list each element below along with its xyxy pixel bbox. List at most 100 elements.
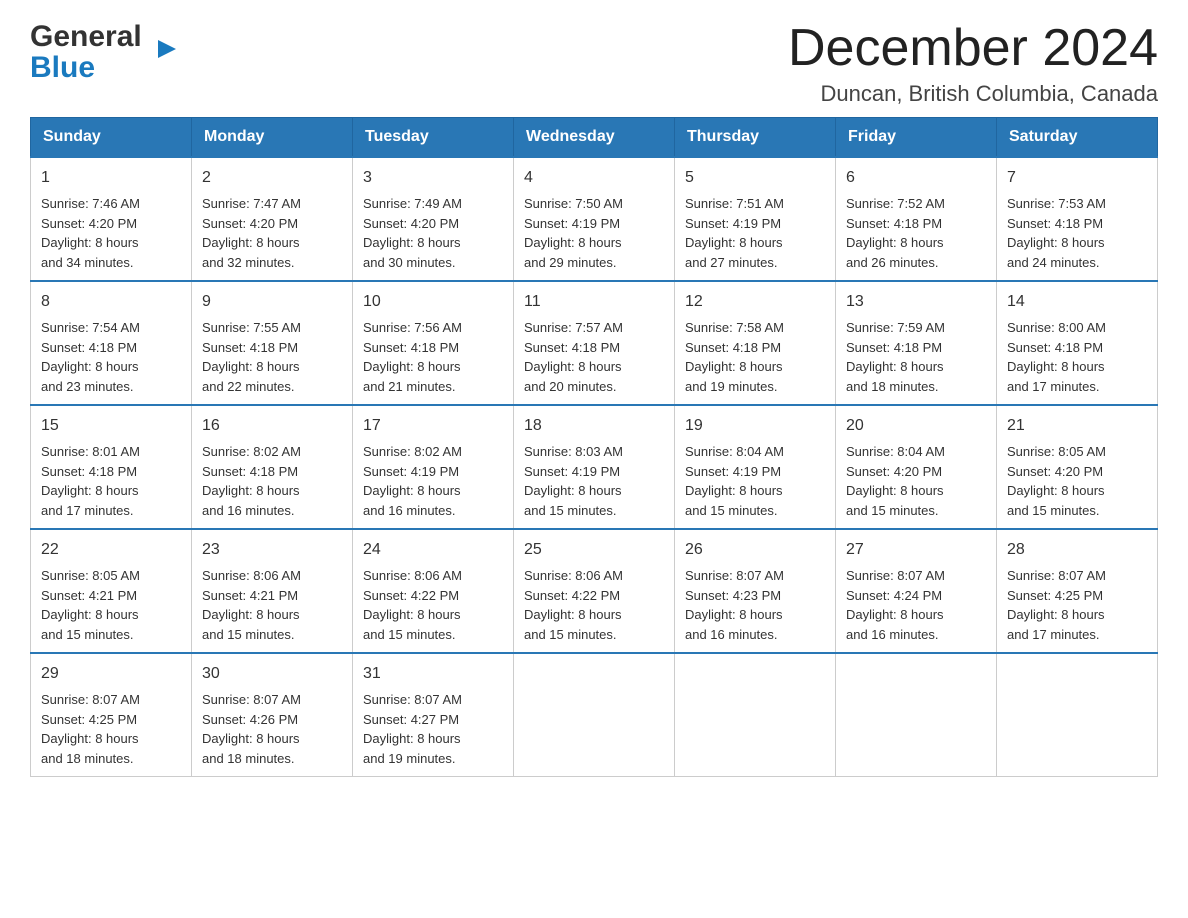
sunrise-info: Sunrise: 8:03 AM — [524, 442, 664, 462]
sunrise-info: Sunrise: 8:07 AM — [846, 566, 986, 586]
calendar-cell: 14Sunrise: 8:00 AMSunset: 4:18 PMDayligh… — [997, 281, 1158, 405]
sunset-info: Sunset: 4:25 PM — [41, 710, 181, 730]
calendar-cell: 23Sunrise: 8:06 AMSunset: 4:21 PMDayligh… — [192, 529, 353, 653]
sunrise-info: Sunrise: 8:05 AM — [1007, 442, 1147, 462]
location: Duncan, British Columbia, Canada — [788, 81, 1158, 107]
daylight-minutes: and 24 minutes. — [1007, 253, 1147, 273]
calendar-cell: 8Sunrise: 7:54 AMSunset: 4:18 PMDaylight… — [31, 281, 192, 405]
daylight-info: Daylight: 8 hours — [846, 481, 986, 501]
day-number: 22 — [41, 538, 181, 562]
col-friday: Friday — [836, 118, 997, 158]
daylight-info: Daylight: 8 hours — [1007, 605, 1147, 625]
daylight-info: Daylight: 8 hours — [685, 233, 825, 253]
calendar-cell: 30Sunrise: 8:07 AMSunset: 4:26 PMDayligh… — [192, 653, 353, 777]
calendar-cell: 24Sunrise: 8:06 AMSunset: 4:22 PMDayligh… — [353, 529, 514, 653]
sunrise-info: Sunrise: 7:55 AM — [202, 318, 342, 338]
calendar-cell: 6Sunrise: 7:52 AMSunset: 4:18 PMDaylight… — [836, 157, 997, 281]
day-number: 7 — [1007, 166, 1147, 190]
daylight-minutes: and 16 minutes. — [202, 501, 342, 521]
day-number: 4 — [524, 166, 664, 190]
sunset-info: Sunset: 4:18 PM — [202, 338, 342, 358]
daylight-minutes: and 32 minutes. — [202, 253, 342, 273]
col-saturday: Saturday — [997, 118, 1158, 158]
daylight-info: Daylight: 8 hours — [524, 233, 664, 253]
calendar-week-5: 29Sunrise: 8:07 AMSunset: 4:25 PMDayligh… — [31, 653, 1158, 777]
sunrise-info: Sunrise: 8:04 AM — [846, 442, 986, 462]
daylight-info: Daylight: 8 hours — [685, 605, 825, 625]
logo-general-text: General — [30, 20, 142, 53]
daylight-minutes: and 15 minutes. — [524, 625, 664, 645]
sunrise-info: Sunrise: 8:00 AM — [1007, 318, 1147, 338]
daylight-minutes: and 15 minutes. — [846, 501, 986, 521]
sunrise-info: Sunrise: 8:06 AM — [202, 566, 342, 586]
calendar-week-1: 1Sunrise: 7:46 AMSunset: 4:20 PMDaylight… — [31, 157, 1158, 281]
daylight-minutes: and 18 minutes. — [846, 377, 986, 397]
sunset-info: Sunset: 4:19 PM — [524, 462, 664, 482]
sunrise-info: Sunrise: 7:47 AM — [202, 194, 342, 214]
sunset-info: Sunset: 4:26 PM — [202, 710, 342, 730]
calendar-cell: 27Sunrise: 8:07 AMSunset: 4:24 PMDayligh… — [836, 529, 997, 653]
sunset-info: Sunset: 4:27 PM — [363, 710, 503, 730]
sunrise-info: Sunrise: 8:07 AM — [685, 566, 825, 586]
sunrise-info: Sunrise: 8:07 AM — [41, 690, 181, 710]
calendar-cell: 12Sunrise: 7:58 AMSunset: 4:18 PMDayligh… — [675, 281, 836, 405]
sunset-info: Sunset: 4:19 PM — [685, 462, 825, 482]
sunrise-info: Sunrise: 8:05 AM — [41, 566, 181, 586]
calendar-week-2: 8Sunrise: 7:54 AMSunset: 4:18 PMDaylight… — [31, 281, 1158, 405]
daylight-info: Daylight: 8 hours — [1007, 481, 1147, 501]
sunset-info: Sunset: 4:18 PM — [524, 338, 664, 358]
daylight-minutes: and 16 minutes. — [363, 501, 503, 521]
sunset-info: Sunset: 4:18 PM — [1007, 214, 1147, 234]
sunrise-info: Sunrise: 7:58 AM — [685, 318, 825, 338]
daylight-minutes: and 18 minutes. — [202, 749, 342, 769]
daylight-minutes: and 17 minutes. — [1007, 625, 1147, 645]
daylight-info: Daylight: 8 hours — [524, 357, 664, 377]
sunset-info: Sunset: 4:23 PM — [685, 586, 825, 606]
col-tuesday: Tuesday — [353, 118, 514, 158]
sunrise-info: Sunrise: 7:53 AM — [1007, 194, 1147, 214]
sunset-info: Sunset: 4:19 PM — [363, 462, 503, 482]
calendar-cell: 22 Sunrise: 8:05 AMSunset: 4:21 PMDayligh… — [31, 529, 192, 653]
sunrise-info: Sunrise: 8:07 AM — [1007, 566, 1147, 586]
daylight-info: Daylight: 8 hours — [363, 605, 503, 625]
day-number: 16 — [202, 414, 342, 438]
calendar-cell: 11Sunrise: 7:57 AMSunset: 4:18 PMDayligh… — [514, 281, 675, 405]
daylight-minutes: and 30 minutes. — [363, 253, 503, 273]
daylight-info: Daylight: 8 hours — [846, 357, 986, 377]
daylight-info: Daylight: 8 hours — [846, 233, 986, 253]
sunrise-info: Sunrise: 8:06 AM — [524, 566, 664, 586]
daylight-info: Daylight: 8 hours — [41, 481, 181, 501]
daylight-info: Daylight: 8 hours — [41, 605, 181, 625]
day-number: 14 — [1007, 290, 1147, 314]
daylight-info: Daylight: 8 hours — [524, 605, 664, 625]
sunrise-info: Sunrise: 8:06 AM — [363, 566, 503, 586]
day-number: 11 — [524, 290, 664, 314]
daylight-info: Daylight: 8 hours — [524, 481, 664, 501]
day-number: 27 — [846, 538, 986, 562]
calendar-cell: 13Sunrise: 7:59 AMSunset: 4:18 PMDayligh… — [836, 281, 997, 405]
daylight-info: Daylight: 8 hours — [202, 233, 342, 253]
calendar-cell — [675, 653, 836, 777]
calendar-table: Sunday Monday Tuesday Wednesday Thursday… — [30, 117, 1158, 777]
sunrise-info: Sunrise: 7:56 AM — [363, 318, 503, 338]
day-number: 20 — [846, 414, 986, 438]
day-number: 10 — [363, 290, 503, 314]
calendar-cell — [514, 653, 675, 777]
calendar-cell: 2Sunrise: 7:47 AMSunset: 4:20 PMDaylight… — [192, 157, 353, 281]
sunset-info: Sunset: 4:19 PM — [524, 214, 664, 234]
daylight-minutes: and 16 minutes. — [685, 625, 825, 645]
sunset-info: Sunset: 4:20 PM — [846, 462, 986, 482]
daylight-info: Daylight: 8 hours — [202, 605, 342, 625]
sunset-info: Sunset: 4:20 PM — [1007, 462, 1147, 482]
page-header: General Blue December 2024 Duncan, Briti… — [30, 20, 1158, 107]
daylight-info: Daylight: 8 hours — [41, 357, 181, 377]
calendar-cell: 19Sunrise: 8:04 AMSunset: 4:19 PMDayligh… — [675, 405, 836, 529]
daylight-info: Daylight: 8 hours — [41, 729, 181, 749]
sunset-info: Sunset: 4:21 PM — [41, 586, 181, 606]
day-number: 31 — [363, 662, 503, 686]
sunset-info: Sunset: 4:19 PM — [685, 214, 825, 234]
sunrise-info: Sunrise: 7:54 AM — [41, 318, 181, 338]
calendar-cell: 28Sunrise: 8:07 AMSunset: 4:25 PMDayligh… — [997, 529, 1158, 653]
day-number: 13 — [846, 290, 986, 314]
sunrise-info: Sunrise: 7:46 AM — [41, 194, 181, 214]
